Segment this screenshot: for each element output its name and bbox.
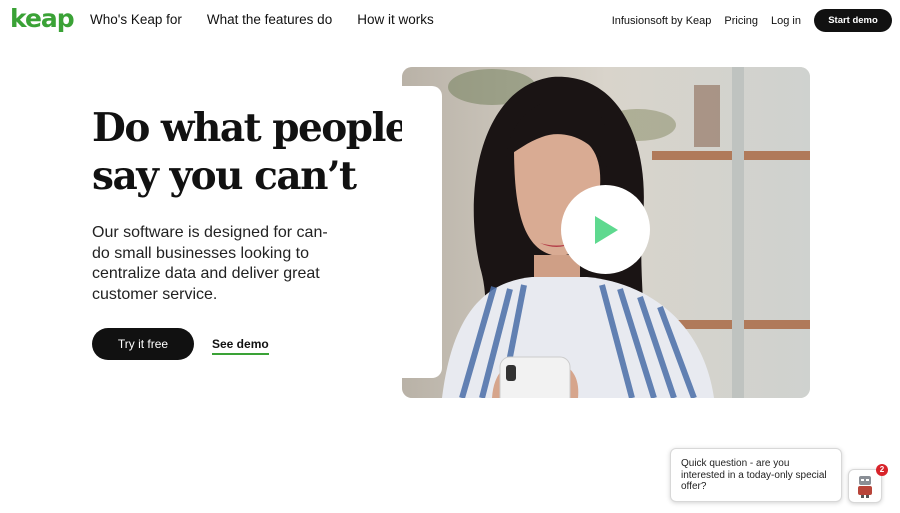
nav-link-login[interactable]: Log in <box>771 15 801 27</box>
try-it-free-button[interactable]: Try it free <box>92 328 194 360</box>
secondary-nav: Infusionsoft by Keap Pricing Log in Star… <box>612 9 892 32</box>
primary-nav: Who's Keap for What the features do How … <box>90 12 434 27</box>
see-demo-link[interactable]: See demo <box>212 337 269 355</box>
start-demo-button[interactable]: Start demo <box>814 9 892 32</box>
nav-link-pricing[interactable]: Pricing <box>724 15 758 27</box>
headline-line-2: say you can’t <box>92 153 357 199</box>
headline-line-1: Do what people <box>92 105 410 151</box>
robot-avatar-icon <box>858 476 872 498</box>
play-icon <box>594 215 618 244</box>
keap-logo[interactable]: keap <box>10 5 75 33</box>
hero-subcopy: Our software is designed for can-do smal… <box>92 224 328 303</box>
nav-item-how-it-works[interactable]: How it works <box>357 12 434 27</box>
play-button[interactable] <box>561 185 650 274</box>
nav-item-features[interactable]: What the features do <box>207 12 332 27</box>
hero-headline: Do what people say you can’t <box>92 104 412 200</box>
nav-link-infusionsoft[interactable]: Infusionsoft by Keap <box>612 15 712 27</box>
top-nav: keap Who's Keap for What the features do… <box>0 0 900 40</box>
chat-message-bubble[interactable]: Quick question - are you interested in a… <box>670 448 842 502</box>
chat-notification-badge: 2 <box>876 464 888 476</box>
video-frame-notch <box>402 86 442 378</box>
nav-item-whos-keap-for[interactable]: Who's Keap for <box>90 12 182 27</box>
